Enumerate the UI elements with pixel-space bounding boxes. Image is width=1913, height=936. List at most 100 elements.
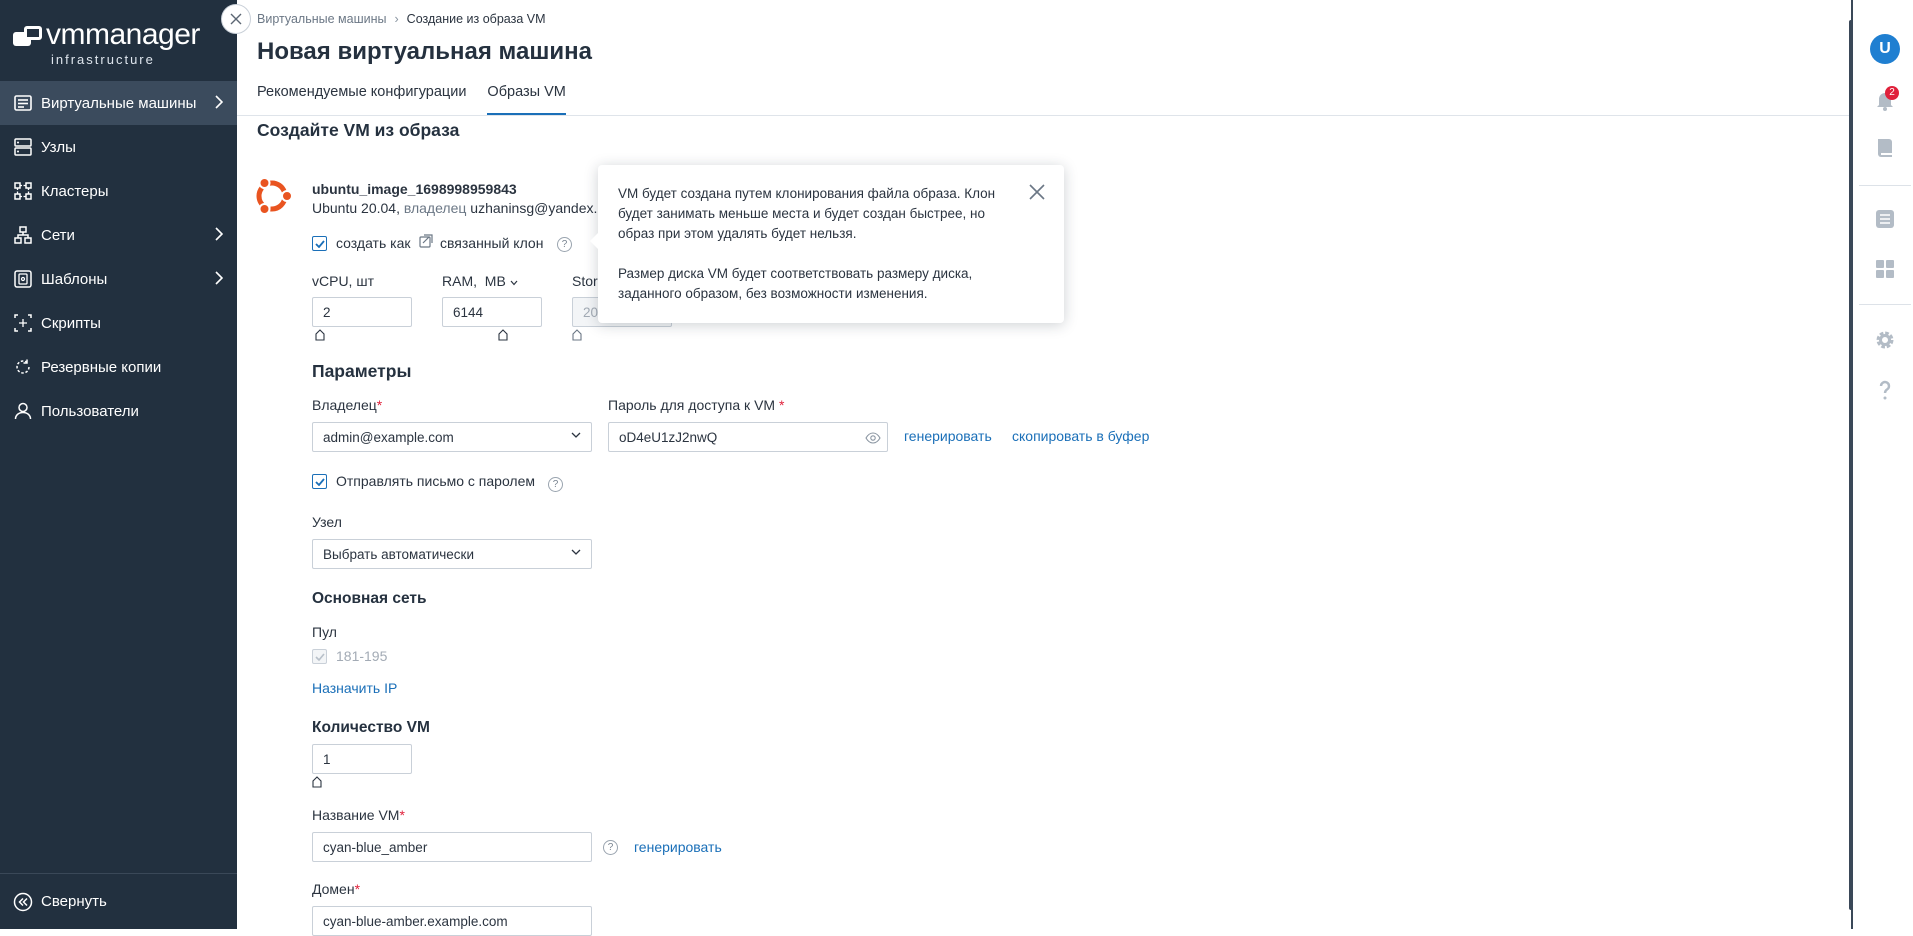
- slider-handle-icon[interactable]: [312, 776, 322, 788]
- script-icon: [13, 313, 33, 333]
- sidebar-item-clusters[interactable]: Кластеры: [0, 169, 237, 213]
- sidebar-item-label: Скрипты: [41, 314, 101, 332]
- ram-unit-select[interactable]: MB: [485, 273, 506, 289]
- ubuntu-logo-icon: [250, 174, 294, 218]
- password-field[interactable]: oD4eU1zJ2nwQ: [608, 422, 888, 452]
- right-rail: U 2: [1851, 0, 1913, 929]
- sidebar-item-users[interactable]: Пользователи: [0, 389, 237, 433]
- vcpu-label: vCPU, шт: [312, 273, 374, 289]
- image-name: ubuntu_image_1698998959843: [312, 181, 517, 197]
- slider-handle-icon[interactable]: [498, 329, 508, 341]
- create-as-label: создать как: [336, 235, 411, 251]
- book-icon[interactable]: [1873, 136, 1897, 160]
- section-title: Создайте VM из образа: [257, 120, 460, 140]
- help-icon[interactable]: ?: [548, 477, 563, 492]
- eye-icon[interactable]: [865, 432, 881, 444]
- network-icon: [13, 225, 33, 245]
- breadcrumb-current: Создание из образа VM: [406, 12, 546, 26]
- collapse-label: Свернуть: [41, 893, 107, 910]
- close-tooltip-icon[interactable]: [1028, 183, 1046, 201]
- ram-label: RAM, MB: [442, 273, 518, 289]
- sidebar-item-label: Узлы: [41, 138, 76, 156]
- send-email-checkbox[interactable]: [312, 474, 327, 489]
- image-os: Ubuntu 20.04,: [312, 200, 400, 216]
- gear-icon[interactable]: [1873, 328, 1897, 352]
- tabs-divider: [237, 115, 1851, 116]
- close-page-button[interactable]: [221, 4, 251, 34]
- image-owner: uzhaninsg@yandex.: [470, 200, 598, 216]
- linked-clone-label: связанный клон: [440, 235, 544, 251]
- vm-name-label: Название VM*: [312, 807, 405, 823]
- password-label: Пароль для доступа к VM *: [608, 397, 785, 413]
- check-icon: [314, 477, 325, 486]
- pool-label: Пул: [312, 624, 337, 640]
- node-select[interactable]: Выбрать автоматически: [312, 539, 592, 569]
- sidebar-item-scripts[interactable]: Скрипты: [0, 301, 237, 345]
- domain-input[interactable]: [312, 906, 592, 936]
- pool-value: 181-195: [336, 648, 388, 664]
- sidebar-nav: Виртуальные машины Узлы Кластеры Сети Ша…: [0, 81, 237, 433]
- node-label: Узел: [312, 514, 342, 530]
- brand-name: vmmanager: [46, 18, 200, 51]
- chevron-down-icon: [510, 280, 518, 286]
- sidebar-item-networks[interactable]: Сети: [0, 213, 237, 257]
- pool-checkbox: [312, 649, 327, 664]
- vcpu-input[interactable]: [312, 297, 412, 327]
- sidebar: vmmanager infrastructure Виртуальные маш…: [0, 0, 237, 929]
- chevron-right-icon: [215, 95, 224, 113]
- sidebar-item-virtual-machines[interactable]: Виртуальные машины: [0, 81, 237, 125]
- cluster-icon: [13, 181, 33, 201]
- chevron-right-icon: [215, 271, 224, 289]
- owner-select-value: admin@example.com: [323, 429, 454, 445]
- list-icon[interactable]: [1873, 207, 1897, 231]
- chevron-down-icon: [571, 549, 581, 555]
- collapse-sidebar-button[interactable]: Свернуть: [0, 873, 237, 929]
- network-title: Основная сеть: [312, 590, 427, 607]
- send-email-label: Отправлять письмо с паролем: [336, 473, 536, 489]
- sidebar-item-label: Сети: [41, 226, 75, 244]
- create-as-checkbox[interactable]: [312, 236, 327, 251]
- owner-label: Владелец*: [312, 397, 383, 413]
- vm-name-label-text: Название VM: [312, 807, 400, 823]
- breadcrumb: Виртуальные машины › Создание из образа VM: [257, 12, 546, 26]
- chevron-right-icon: [215, 227, 224, 245]
- image-owner-label: владелец: [403, 200, 467, 216]
- tab-vm-images[interactable]: Образы VM: [487, 82, 567, 116]
- image-details: Ubuntu 20.04, владелец uzhaninsg@yandex.: [312, 200, 597, 216]
- generate-password-link[interactable]: генерировать: [904, 428, 992, 444]
- owner-select[interactable]: admin@example.com: [312, 422, 592, 452]
- check-icon: [314, 239, 325, 248]
- sidebar-item-nodes[interactable]: Узлы: [0, 125, 237, 169]
- slider-handle-icon: [572, 329, 582, 341]
- ram-input[interactable]: [442, 297, 542, 327]
- params-title: Параметры: [312, 361, 412, 381]
- sidebar-item-label: Шаблоны: [41, 270, 108, 288]
- notifications-badge: 2: [1885, 86, 1899, 100]
- breadcrumb-link[interactable]: Виртуальные машины: [257, 12, 387, 26]
- slider-handle-icon[interactable]: [315, 329, 325, 341]
- chevron-down-icon: [571, 432, 581, 438]
- sidebar-item-backups[interactable]: Резервные копии: [0, 345, 237, 389]
- tab-recommended-configs[interactable]: Рекомендуемые конфигурации: [257, 82, 466, 115]
- assign-ip-link[interactable]: Назначить IP: [312, 680, 397, 696]
- generate-vm-name-link[interactable]: генерировать: [634, 839, 722, 855]
- user-icon: [13, 401, 33, 421]
- vm-icon: [13, 93, 33, 113]
- page-title: Новая виртуальная машина: [257, 38, 592, 65]
- tabs: Рекомендуемые конфигурации Образы VM: [257, 82, 587, 116]
- copy-to-clipboard-link[interactable]: скопировать в буфер: [1012, 428, 1149, 444]
- domain-label-text: Домен: [312, 881, 355, 897]
- vm-name-input[interactable]: [312, 832, 592, 862]
- ram-label-text: RAM,: [442, 273, 477, 289]
- help-icon[interactable]: ?: [557, 237, 572, 252]
- help-icon[interactable]: ?: [603, 840, 618, 855]
- avatar[interactable]: U: [1870, 34, 1900, 64]
- brand-subtitle: infrastructure: [51, 52, 155, 67]
- rail-divider: [1859, 304, 1911, 305]
- logo[interactable]: vmmanager infrastructure: [13, 18, 223, 70]
- sidebar-item-templates[interactable]: Шаблоны: [0, 257, 237, 301]
- sidebar-item-label: Виртуальные машины: [41, 94, 197, 112]
- vm-count-input[interactable]: [312, 744, 412, 774]
- help-question-icon[interactable]: [1873, 378, 1897, 402]
- dashboard-icon[interactable]: [1873, 257, 1897, 281]
